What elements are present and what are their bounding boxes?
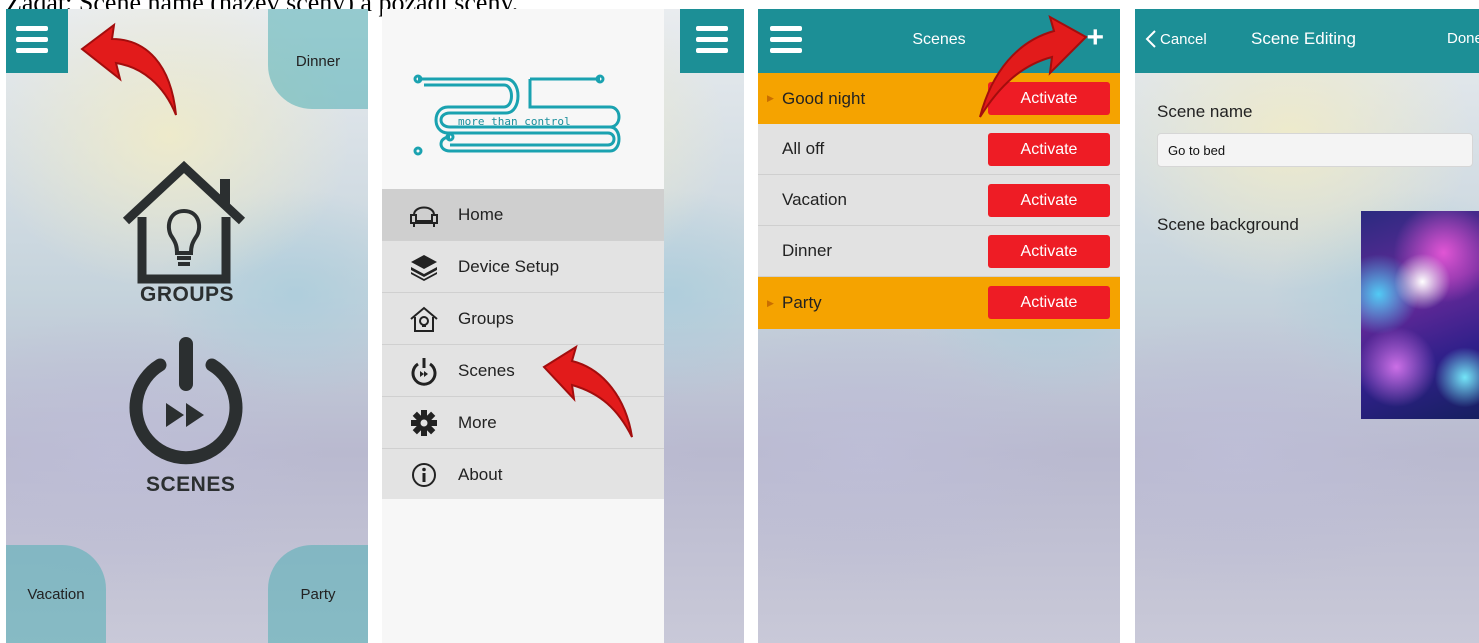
cancel-button[interactable]: Cancel	[1145, 29, 1207, 49]
menu-item-about[interactable]: About	[382, 449, 664, 500]
red-arrow-icon	[979, 14, 1088, 118]
activate-button[interactable]: Activate	[988, 184, 1110, 217]
scenes-button[interactable]: SCENES	[116, 335, 256, 505]
scene-row-vacation[interactable]: Vacation Activate	[758, 175, 1120, 226]
done-button[interactable]: Done	[1447, 30, 1479, 47]
menu-item-label: More	[458, 412, 497, 432]
info-icon	[404, 460, 444, 490]
hamburger-icon	[696, 26, 728, 56]
power-play-icon	[404, 356, 444, 386]
tile-party[interactable]: Party	[268, 545, 368, 643]
menu-screen: more than control Home Device Setup Grou…	[382, 9, 744, 643]
red-arrow-icon	[542, 344, 633, 438]
scene-name: Good night	[782, 88, 866, 108]
groups-button[interactable]: GROUPS	[114, 159, 254, 309]
scene-background-thumbnail[interactable]	[1361, 211, 1479, 419]
chevron-left-icon	[1145, 30, 1156, 48]
groups-label: GROUPS	[140, 283, 235, 306]
gear-icon	[404, 408, 444, 438]
menu-button[interactable]	[6, 9, 68, 73]
menu-item-label: Home	[458, 204, 504, 224]
menu-toggle-button[interactable]	[680, 9, 744, 73]
red-arrow-icon	[80, 22, 177, 116]
activate-button[interactable]: Activate	[988, 286, 1110, 319]
scene-row-party[interactable]: ▶ Party Activate	[758, 277, 1120, 329]
scene-name: Vacation	[782, 190, 847, 209]
scene-row-dinner[interactable]: Dinner Activate	[758, 226, 1120, 277]
logo-tagline: more than control	[458, 115, 571, 128]
scene-name-label: Scene name	[1157, 102, 1253, 121]
scene-editing-screen: Cancel Scene Editing Done Scene name Go …	[1135, 9, 1479, 643]
menu-item-label: About	[458, 464, 503, 484]
scene-name: Dinner	[782, 241, 833, 260]
menu-item-device-setup[interactable]: Device Setup	[382, 241, 664, 293]
tile-party-label: Party	[300, 585, 336, 603]
scene-name-input[interactable]: Go to bed	[1157, 133, 1473, 167]
hamburger-icon	[16, 26, 48, 56]
p5-logo-icon	[413, 74, 621, 156]
tile-dinner-label: Dinner	[295, 52, 341, 70]
house-bulb-icon	[122, 160, 246, 284]
scene-name: Party	[782, 293, 822, 312]
tile-vacation-label: Vacation	[27, 585, 85, 603]
scene-background-label: Scene background	[1157, 215, 1299, 234]
menu-item-label: Device Setup	[458, 256, 560, 276]
cancel-label: Cancel	[1160, 30, 1207, 48]
scenes-screen: Scenes + ▶ Good night Activate All off A…	[758, 9, 1120, 643]
scene-row-all-off[interactable]: All off Activate	[758, 124, 1120, 175]
house-bulb-icon	[404, 304, 444, 334]
home-screen: Dinner Vacation Party GROUPS SCENES	[6, 9, 368, 643]
scenes-label: SCENES	[146, 473, 236, 496]
p5-logo: more than control	[410, 67, 636, 159]
menu-item-label: Scenes	[458, 360, 515, 380]
tile-dinner[interactable]: Dinner	[268, 9, 368, 109]
editing-topbar: Cancel Scene Editing Done	[1135, 9, 1479, 73]
side-menu: more than control Home Device Setup Grou…	[382, 9, 664, 643]
expand-arrow-icon: ▶	[767, 93, 774, 103]
page-title: Scene Editing	[1251, 29, 1356, 48]
expand-arrow-icon: ▶	[767, 297, 774, 308]
tile-vacation[interactable]: Vacation	[6, 545, 106, 643]
activate-button[interactable]: Activate	[988, 235, 1110, 268]
power-play-icon	[129, 337, 243, 465]
sofa-icon	[404, 200, 444, 230]
menu-item-groups[interactable]: Groups	[382, 293, 664, 345]
scene-name: All off	[782, 139, 825, 158]
menu-item-home[interactable]: Home	[382, 189, 664, 241]
activate-button[interactable]: Activate	[988, 133, 1110, 166]
menu-item-label: Groups	[458, 308, 514, 328]
layers-icon	[404, 252, 444, 282]
